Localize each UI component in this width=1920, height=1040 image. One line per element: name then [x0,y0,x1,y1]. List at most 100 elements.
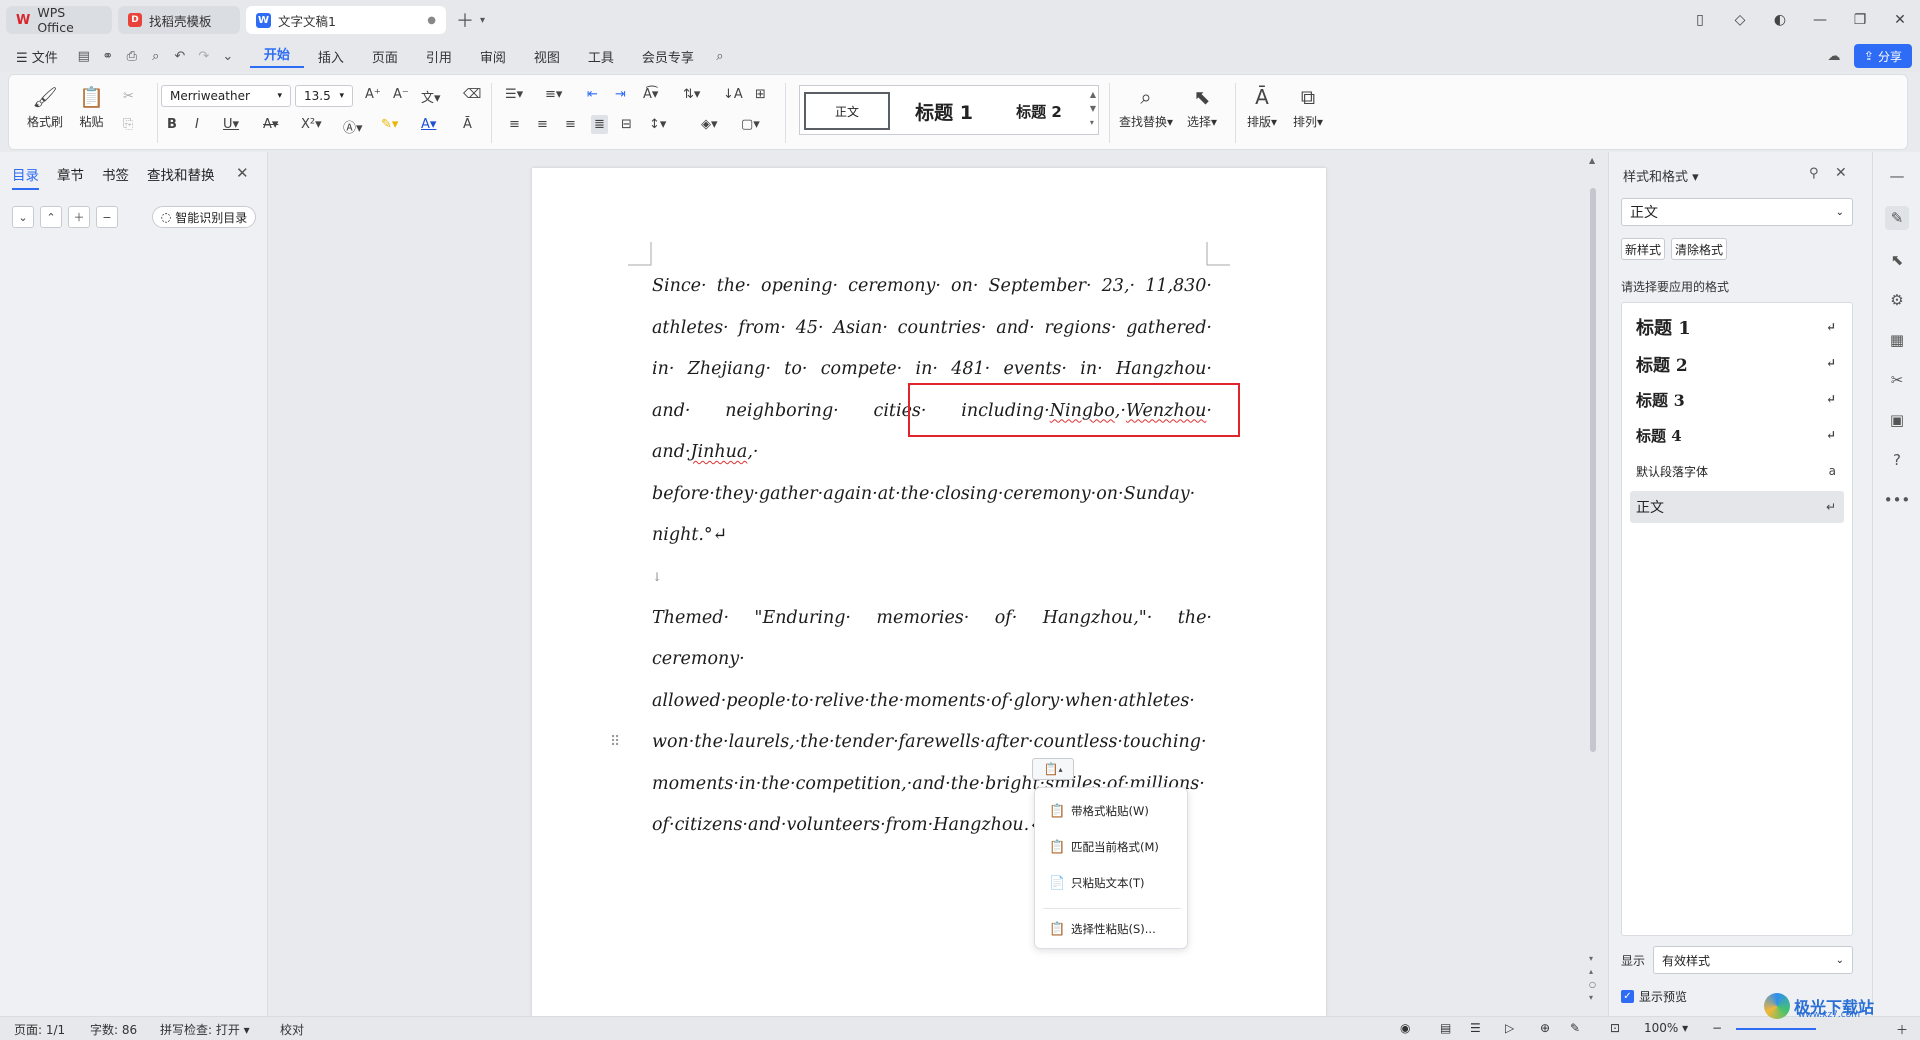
close-icon[interactable]: ✕ [1880,12,1920,28]
print-icon[interactable]: ⎙ [120,49,144,64]
cube-icon[interactable]: ◇ [1720,12,1760,28]
zoom-out-icon[interactable]: − [1712,1021,1722,1035]
phonetic-icon[interactable]: 文▾ [421,87,441,106]
select-button[interactable]: ⬉ 选择▾ [1187,85,1217,130]
close-icon[interactable]: ✕ [236,164,249,182]
page-view-icon[interactable]: ▤ [1440,1021,1451,1035]
spell-error-word[interactable]: Jinhua [690,442,747,462]
outline-view-icon[interactable]: ☰ [1470,1021,1481,1035]
tab-find-replace[interactable]: 查找和替换 [147,164,215,190]
word-count[interactable]: 字数: 86 [90,1021,137,1038]
menu-home[interactable]: 开始 [249,44,304,68]
add-icon[interactable]: ＋ [68,206,90,228]
font-color-icon[interactable]: A▾ [421,117,436,132]
font-name-select[interactable]: Merriweather ▾ [161,85,291,107]
style-heading1[interactable]: 标题 1 [896,92,992,130]
gallery-scroll-icon[interactable]: ▲ ▼ ▾ [1090,88,1096,130]
sort-icon[interactable]: ⇅▾ [683,87,700,102]
styles-pane-title[interactable]: 样式和格式 ▾ [1623,166,1699,185]
format-painter-button[interactable]: 🖌 格式刷 [27,85,63,130]
proofread-button[interactable]: 校对 [280,1021,304,1038]
align-left-icon[interactable]: ≡ [509,117,520,132]
bullet-list-icon[interactable]: ☰▾ [505,87,523,102]
print-preview-icon[interactable]: ⌕ [144,49,168,64]
new-style-button[interactable]: 新样式 [1621,238,1665,260]
current-style-select[interactable]: 正文 ⌄ [1621,198,1853,226]
bold-icon[interactable]: B [167,117,177,132]
style-item-heading2[interactable]: 标题 2 ↵ [1630,347,1844,379]
show-marks-icon[interactable]: ⊞ [755,87,766,102]
adjust-icon[interactable]: ⚙ [1885,288,1909,312]
tab-bookmark[interactable]: 书签 [102,164,129,190]
expand-chevron-icon[interactable]: ⌃ [40,206,62,228]
style-heading2[interactable]: 标题 2 [996,92,1082,130]
cloud-icon[interactable]: ☁ [1822,49,1846,64]
decrease-indent-icon[interactable]: ⇤ [587,87,598,102]
document-page[interactable]: Since· the· opening· ceremony· on· Septe… [532,168,1326,1016]
link-icon[interactable]: ⚭ [96,49,120,64]
layout-button[interactable]: Ā 排版▾ [1247,85,1277,130]
spell-check-status[interactable]: 拼写检查: 打开 ▾ [160,1021,250,1038]
unsaved-dot-icon[interactable]: ● [427,15,436,26]
smart-toc-button[interactable]: ◌ 智能识别目录 [152,206,256,228]
more-chevron-icon[interactable]: ⌄ [216,49,240,64]
menu-insert[interactable]: 插入 [304,47,358,66]
book-icon[interactable]: ▣ [1885,408,1909,432]
align-center-icon[interactable]: ≡ [537,117,548,132]
border-icon[interactable]: ▢▾ [741,117,760,132]
paste-button[interactable]: 📋 粘贴 [79,85,104,130]
find-replace-button[interactable]: ⌕ 查找替换▾ [1119,85,1173,130]
menu-view[interactable]: 视图 [520,47,574,66]
distribute-icon[interactable]: ⊟ [621,117,632,132]
font-size-select[interactable]: 13.5 ▾ [295,85,353,107]
numbered-list-icon[interactable]: ≡▾ [545,87,562,102]
share-button[interactable]: ⇪ 分享 [1853,44,1912,68]
superscript-icon[interactable]: X²▾ [301,117,322,132]
tab-chapter[interactable]: 章节 [57,164,84,190]
style-normal[interactable]: 正文 [804,92,890,130]
style-pen-icon[interactable]: ✎ [1885,206,1909,230]
play-icon[interactable]: ▷ [1505,1021,1514,1035]
tab-list-chevron-icon[interactable]: ▾ [480,15,485,26]
document-body[interactable]: Since· the· opening· ceremony· on· Septe… [652,266,1212,847]
page-indicator[interactable]: 页面: 1/1 [14,1021,65,1038]
zoom-level[interactable]: 100% ▾ [1644,1021,1688,1035]
checkbox-checked-icon[interactable]: ✓ [1621,990,1634,1003]
highlight-icon[interactable]: ✎▾ [381,117,398,132]
tab-template[interactable]: D 找稻壳模板 [118,6,240,34]
fit-icon[interactable]: ⊡ [1610,1021,1620,1035]
empty-paragraph[interactable]: ↓ [652,557,1212,598]
pin-icon[interactable]: ⚲ [1809,166,1819,181]
style-item-heading3[interactable]: 标题 3 ↵ [1630,383,1844,415]
paste-match-format[interactable]: 📋 匹配当前格式(M) [1043,832,1181,862]
justify-icon[interactable]: ≣ [591,115,608,134]
restore-icon[interactable]: ❐ [1840,12,1880,28]
file-menu[interactable]: ☰ 文件 [0,47,72,66]
collapse-icon[interactable]: — [1885,164,1909,188]
tab-toc[interactable]: 目录 [12,164,39,190]
paste-keep-format[interactable]: 📋 带格式粘贴(W) [1043,796,1181,826]
chart-icon[interactable]: ▦ [1885,328,1909,352]
underline-icon[interactable]: U▾ [223,117,239,132]
copy-icon[interactable]: ⎘ [123,117,133,132]
tab-wps-office[interactable]: W WPS Office [6,5,112,35]
paste-options-button[interactable]: 📋 ▴ [1032,758,1074,780]
text-direction-icon[interactable]: A͡▾ [643,87,658,102]
layout-icon[interactable]: ▯ [1680,12,1720,28]
font-shrink-icon[interactable]: A⁻ [393,87,409,102]
arrange-button[interactable]: ⧉ 排列▾ [1293,85,1323,130]
cut-icon[interactable]: ✂ [123,89,134,104]
menu-member[interactable]: 会员专享 [628,47,708,66]
redo-icon[interactable]: ↷ [192,49,216,64]
strikethrough-icon[interactable]: A▾ [263,117,278,132]
menu-references[interactable]: 引用 [412,47,466,66]
more-icon[interactable]: ••• [1884,488,1911,512]
web-view-icon[interactable]: ⊕ [1540,1021,1550,1035]
line-spacing-icon[interactable]: ↕▾ [649,117,666,132]
sort-az-icon[interactable]: ↓A [723,87,743,102]
menu-review[interactable]: 审阅 [466,47,520,66]
avatar[interactable]: ◐ [1760,12,1800,28]
new-tab-icon[interactable]: ＋ [456,7,474,33]
clear-format-button[interactable]: 清除格式 [1671,238,1727,260]
save-icon[interactable]: ▤ [72,49,96,64]
